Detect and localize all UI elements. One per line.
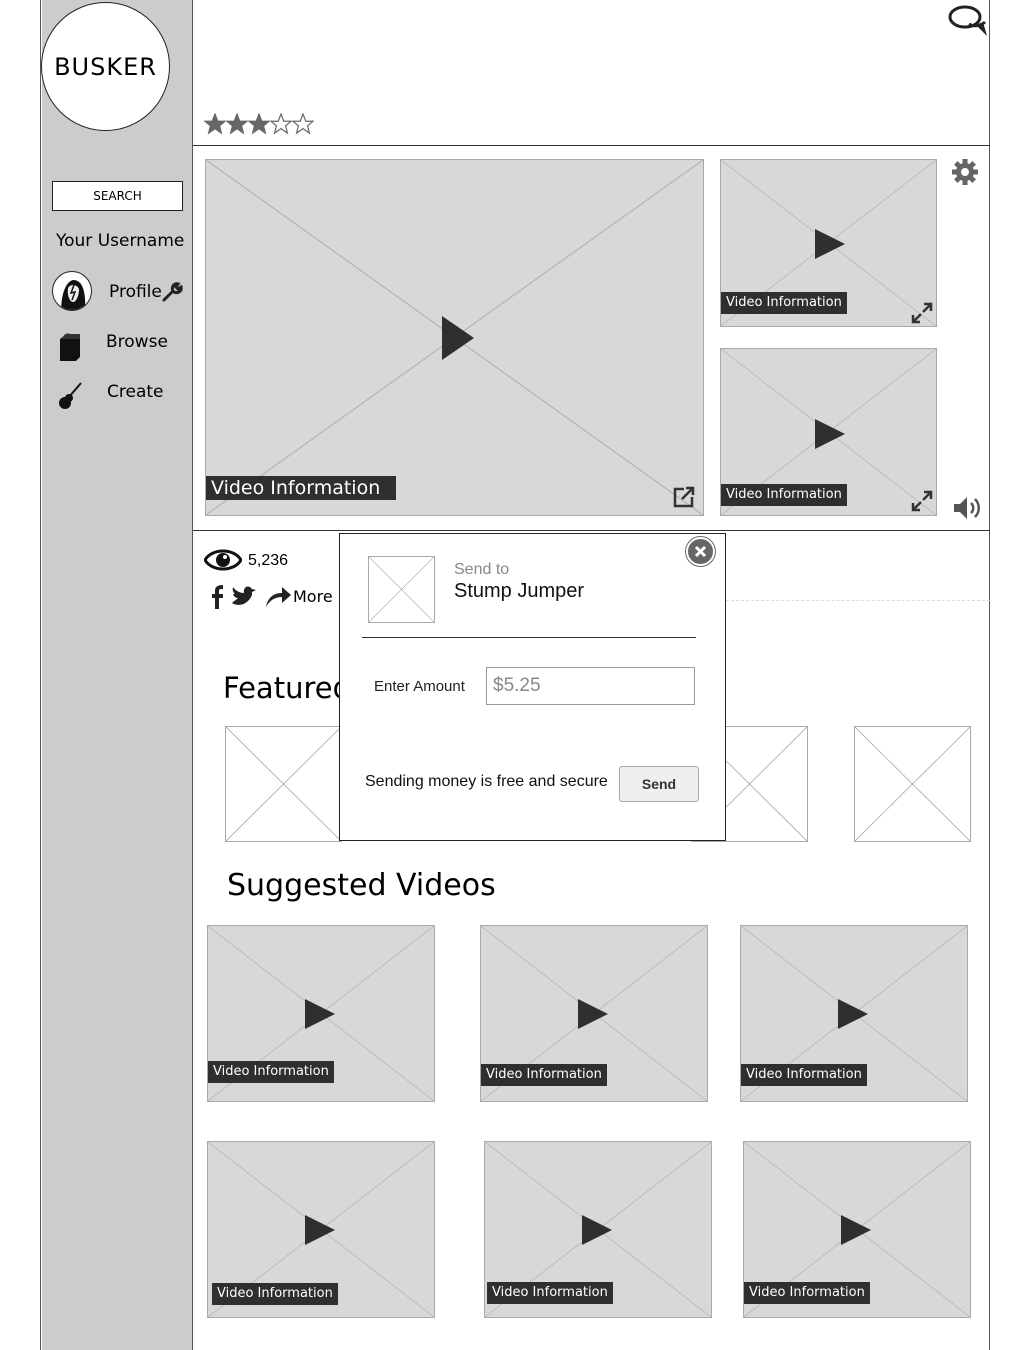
expand-icon[interactable] [911, 490, 933, 512]
star-rating[interactable] [204, 113, 316, 137]
share-icon[interactable] [264, 585, 292, 609]
play-icon[interactable] [841, 1215, 871, 1245]
star-empty-icon[interactable] [270, 113, 292, 135]
star-empty-icon[interactable] [292, 113, 314, 135]
twitter-icon[interactable] [230, 585, 258, 609]
suggested-video[interactable]: Video Information [207, 1141, 435, 1318]
view-count: 5,236 [248, 552, 289, 569]
secure-note: Sending money is free and secure [365, 773, 608, 790]
sidebar-item-create[interactable]: Create [107, 382, 164, 402]
video-info-label[interactable]: Video Information [206, 476, 397, 500]
chat-icon[interactable] [947, 4, 989, 38]
guitar-icon [56, 381, 84, 411]
eye-icon [203, 546, 243, 574]
play-icon[interactable] [838, 999, 868, 1029]
video-info-label[interactable]: Video Information [212, 1283, 338, 1305]
featured-thumb-5[interactable] [854, 726, 971, 842]
side-video-1[interactable]: Video Information [720, 159, 937, 327]
share-more-link[interactable]: More [293, 587, 333, 606]
amount-label: Enter Amount [374, 678, 465, 695]
suggested-title: Suggested Videos [227, 868, 496, 903]
username-label[interactable]: Your Username [56, 231, 184, 251]
video-info-label[interactable]: Video Information [481, 1064, 607, 1086]
star-filled-icon[interactable] [226, 113, 248, 135]
video-info-label[interactable]: Video Information [741, 1064, 867, 1086]
send-button[interactable]: Send [619, 766, 699, 802]
recipient-avatar [368, 556, 435, 623]
video-info-label[interactable]: Video Information [721, 484, 847, 506]
player-divider [193, 530, 990, 531]
settings-gear-icon[interactable] [950, 157, 980, 187]
suggested-video[interactable]: Video Information [484, 1141, 712, 1318]
facebook-icon[interactable] [210, 585, 224, 609]
busker-logo[interactable]: BUSKER [41, 2, 170, 131]
main-video-player[interactable]: Video Information [205, 159, 704, 516]
wrench-icon[interactable] [161, 281, 183, 303]
video-info-label[interactable]: Video Information [208, 1061, 334, 1083]
video-info-label[interactable]: Video Information [487, 1282, 613, 1304]
star-filled-icon[interactable] [248, 113, 270, 135]
suggested-video[interactable]: Video Information [207, 925, 435, 1102]
play-icon[interactable] [815, 229, 845, 259]
suggested-video[interactable]: Video Information [480, 925, 708, 1102]
bag-icon [56, 331, 82, 361]
play-icon[interactable] [582, 1215, 612, 1245]
header-divider [193, 145, 990, 146]
play-icon[interactable] [305, 999, 335, 1029]
send-to-label: Send to [454, 561, 510, 578]
video-info-label[interactable]: Video Information [744, 1282, 870, 1304]
recipient-name: Stump Jumper [454, 580, 585, 602]
close-icon[interactable] [686, 537, 715, 566]
dashed-divider [726, 600, 990, 601]
sidebar-item-browse[interactable]: Browse [106, 332, 168, 352]
amount-input[interactable] [486, 667, 695, 705]
star-filled-icon[interactable] [204, 113, 226, 135]
avatar[interactable] [52, 271, 92, 311]
logo-text: BUSKER [54, 52, 157, 81]
search-button[interactable]: SEARCH [52, 181, 183, 211]
play-icon[interactable] [815, 419, 845, 449]
external-link-icon[interactable] [672, 485, 696, 509]
featured-title: Featured [223, 671, 351, 705]
sidebar-item-profile[interactable]: Profile [109, 282, 162, 302]
play-icon[interactable] [305, 1215, 335, 1245]
play-icon[interactable] [578, 999, 608, 1029]
expand-icon[interactable] [911, 302, 933, 324]
suggested-video[interactable]: Video Information [743, 1141, 971, 1318]
dialog-divider [362, 637, 696, 638]
suggested-video[interactable]: Video Information [740, 925, 968, 1102]
video-info-label[interactable]: Video Information [721, 292, 847, 314]
side-video-2[interactable]: Video Information [720, 348, 937, 516]
play-icon[interactable] [442, 316, 474, 360]
featured-thumb-1[interactable] [225, 726, 342, 842]
volume-icon[interactable] [952, 494, 984, 522]
